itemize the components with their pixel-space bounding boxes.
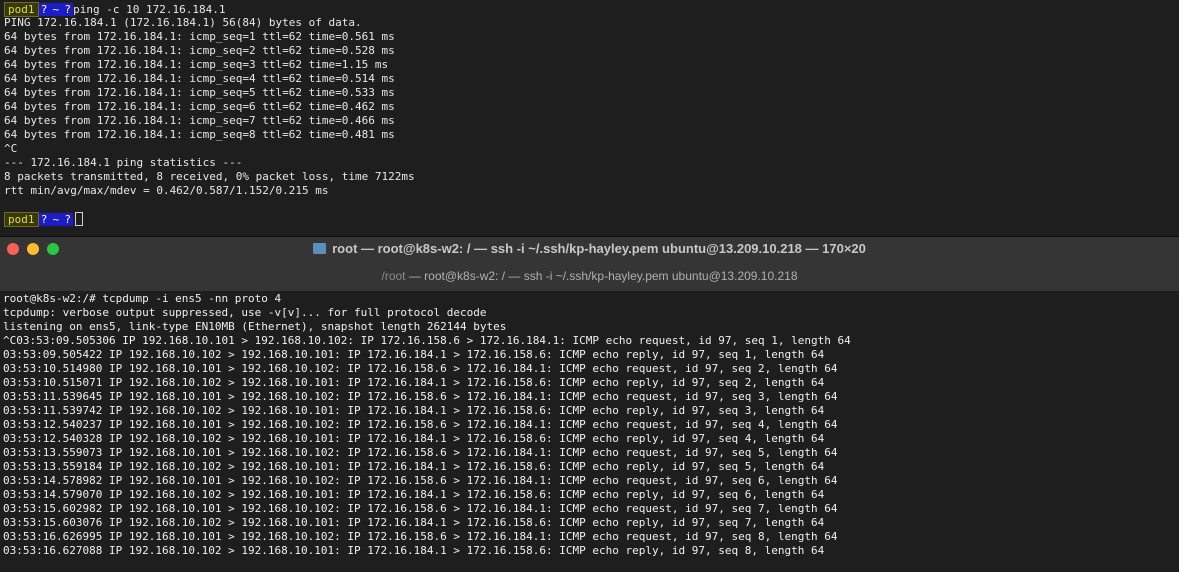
prompt-host-segment: pod1 [4, 211, 39, 227]
text-cursor [75, 212, 84, 226]
prompt-dir-segment: ~ [49, 2, 63, 16]
terminal-line: ^C [4, 142, 18, 155]
terminal-line: 03:53:15.603076 IP 192.168.10.102 > 192.… [3, 516, 825, 529]
terminal-line: 64 bytes from 172.16.184.1: icmp_seq=4 t… [4, 72, 395, 85]
terminal-line: 64 bytes from 172.16.184.1: icmp_seq=7 t… [4, 114, 395, 127]
terminal-line: 64 bytes from 172.16.184.1: icmp_seq=6 t… [4, 100, 395, 113]
terminal-line: 03:53:13.559073 IP 192.168.10.101 > 192.… [3, 446, 838, 459]
tab-title-text: — root@k8s-w2: / — ssh -i ~/.ssh/kp-hayl… [405, 269, 798, 283]
terminal-line: --- 172.16.184.1 ping statistics --- [4, 156, 243, 169]
terminal-line: 64 bytes from 172.16.184.1: icmp_seq=8 t… [4, 128, 395, 141]
terminal-line: root@k8s-w2:/# tcpdump -i ens5 -nn proto… [3, 292, 282, 305]
terminal-line: 03:53:16.626995 IP 192.168.10.101 > 192.… [3, 530, 838, 543]
terminal-line: 03:53:10.514980 IP 192.168.10.101 > 192.… [3, 362, 838, 375]
terminal-line: 03:53:14.578982 IP 192.168.10.101 > 192.… [3, 474, 838, 487]
terminal-line: 64 bytes from 172.16.184.1: icmp_seq=5 t… [4, 86, 395, 99]
prompt-git-segment: ? [62, 212, 74, 226]
folder-icon [313, 243, 327, 254]
terminal-line: 03:53:09.505422 IP 192.168.10.102 > 192.… [3, 348, 825, 361]
prompt-status-segment: ? [38, 212, 50, 226]
window-titlebar[interactable]: root — root@k8s-w2: / — ssh -i ~/.ssh/kp… [0, 236, 1179, 292]
prompt-host-segment: pod1 [4, 1, 39, 17]
terminal-line: 8 packets transmitted, 8 received, 0% pa… [4, 170, 415, 183]
terminal-line: 64 bytes from 172.16.184.1: icmp_seq=2 t… [4, 44, 395, 57]
window-title-text: root — root@k8s-w2: / — ssh -i ~/.ssh/kp… [332, 241, 866, 256]
terminal-line: listening on ens5, link-type EN10MB (Eth… [3, 320, 507, 333]
prompt-git-segment: ? [62, 2, 74, 16]
top-terminal-pane[interactable]: pod1 ? ~ ? ping -c 10 172.16.184.1 PING … [0, 0, 1179, 236]
tab-title-prefix: /root [381, 269, 406, 283]
terminal-line: 03:53:13.559184 IP 192.168.10.102 > 192.… [3, 460, 825, 473]
prompt-status-segment: ? [38, 2, 50, 16]
terminal-line: 03:53:12.540328 IP 192.168.10.102 > 192.… [3, 432, 825, 445]
bottom-terminal-pane[interactable]: root@k8s-w2:/# tcpdump -i ens5 -nn proto… [0, 291, 1179, 572]
prompt-dir-segment: ~ [49, 212, 63, 226]
terminal-line: 03:53:15.602982 IP 192.168.10.101 > 192.… [3, 502, 838, 515]
terminal-line: ^C03:53:09.505306 IP 192.168.10.101 > 19… [3, 334, 851, 347]
terminal-line: 03:53:11.539645 IP 192.168.10.101 > 192.… [3, 390, 838, 403]
terminal-line: PING 172.16.184.1 (172.16.184.1) 56(84) … [4, 16, 362, 29]
window-title: root — root@k8s-w2: / — ssh -i ~/.ssh/kp… [0, 241, 1179, 256]
ping-command: ping -c 10 172.16.184.1 [73, 2, 226, 16]
shell-prompt: pod1 ? ~ ? ping -c 10 172.16.184.1 [4, 1, 226, 17]
terminal-line: tcpdump: verbose output suppressed, use … [3, 306, 487, 319]
terminal-line: 03:53:11.539742 IP 192.168.10.102 > 192.… [3, 404, 825, 417]
terminal-line: 03:53:16.627088 IP 192.168.10.102 > 192.… [3, 544, 825, 557]
shell-prompt-current[interactable]: pod1 ? ~ ? [4, 211, 84, 227]
terminal-line: 64 bytes from 172.16.184.1: icmp_seq=3 t… [4, 58, 389, 71]
terminal-line: 03:53:10.515071 IP 192.168.10.102 > 192.… [3, 376, 825, 389]
terminal-line: 64 bytes from 172.16.184.1: icmp_seq=1 t… [4, 30, 395, 43]
terminal-line: rtt min/avg/max/mdev = 0.462/0.587/1.152… [4, 184, 329, 197]
terminal-line: 03:53:14.579070 IP 192.168.10.102 > 192.… [3, 488, 825, 501]
terminal-line: 03:53:12.540237 IP 192.168.10.101 > 192.… [3, 418, 838, 431]
tab-title[interactable]: /root — root@k8s-w2: / — ssh -i ~/.ssh/k… [0, 269, 1179, 283]
